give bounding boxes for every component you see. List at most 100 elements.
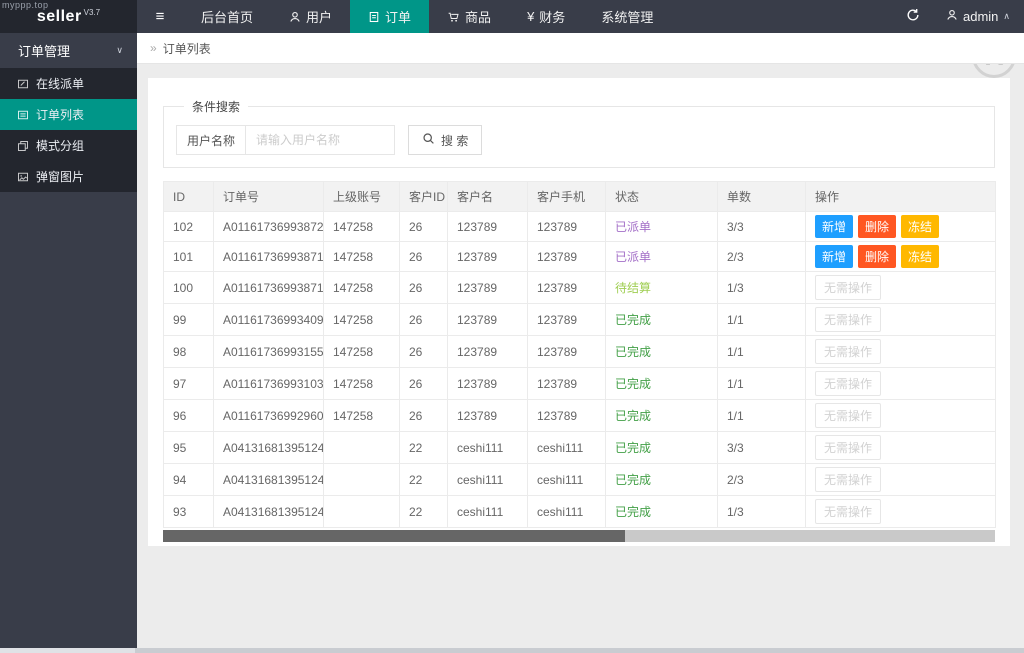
table-cell: A01161736992960833 <box>214 400 324 432</box>
sidebar-item-online-dispatch[interactable]: 在线派单 <box>0 68 137 99</box>
nav-item-orders[interactable]: 订单 <box>350 0 429 33</box>
brand-version: V3.7 <box>84 8 100 17</box>
window-scrollbar-thumb[interactable] <box>0 648 135 653</box>
hamburger-icon: ≡ <box>156 8 165 25</box>
table-cell: 99 <box>164 304 214 336</box>
sidebar-group-order-management[interactable]: 订单管理 ∨ <box>0 33 137 68</box>
nav-item-users[interactable]: 用户 <box>271 0 350 33</box>
table-cell: 147258 <box>324 304 400 336</box>
sidebar-collapse-button[interactable]: ≡ <box>137 0 183 33</box>
col-header-customer-id: 客户ID <box>400 182 448 212</box>
col-header-actions: 操作 <box>806 182 996 212</box>
table-cell-count: 1/1 <box>718 368 806 400</box>
header-right: admin ∧ <box>906 0 1024 33</box>
no-action-button: 无需操作 <box>815 339 881 364</box>
table-cell: 147258 <box>324 242 400 272</box>
table-cell: 147258 <box>324 336 400 368</box>
table-cell: 26 <box>400 272 448 304</box>
add-button[interactable]: 新增 <box>815 245 853 268</box>
nav-label: 订单 <box>385 7 411 26</box>
table-cell: ceshi111 <box>448 496 528 528</box>
table-horizontal-scrollbar[interactable] <box>163 530 995 542</box>
table-cell: 26 <box>400 242 448 272</box>
sidebar-item-order-list[interactable]: 订单列表 <box>0 99 137 130</box>
search-panel: 条件搜索 用户名称 搜 索 <box>163 98 995 168</box>
table-cell: 123789 <box>528 400 606 432</box>
table-row: 101A011617369938712761472582612378912378… <box>164 242 996 272</box>
table-cell: 101 <box>164 242 214 272</box>
delete-button[interactable]: 删除 <box>858 215 896 238</box>
table-cell-actions: 无需操作 <box>806 464 996 496</box>
table-cell-count: 1/1 <box>718 336 806 368</box>
table-cell: 123789 <box>448 336 528 368</box>
table-scrollbar-thumb[interactable] <box>163 530 625 542</box>
table-cell: A01161736993155628 <box>214 336 324 368</box>
table-cell-actions: 新增删除冻结 <box>806 212 996 242</box>
table-cell: 26 <box>400 400 448 432</box>
table-cell: 22 <box>400 464 448 496</box>
table-cell: 97 <box>164 368 214 400</box>
table-cell: 123789 <box>448 368 528 400</box>
table-cell-actions: 无需操作 <box>806 304 996 336</box>
document-icon <box>368 11 380 23</box>
sidebar-item-popup-image[interactable]: 弹窗图片 <box>0 161 137 192</box>
table-cell: A01161736993409151 <box>214 304 324 336</box>
search-button[interactable]: 搜 索 <box>408 125 482 155</box>
table-cell-status: 已完成 <box>606 336 718 368</box>
nav-item-finance[interactable]: ¥ 财务 <box>509 0 583 33</box>
table-row: 95A0413168139512459822ceshi111ceshi111已完… <box>164 432 996 464</box>
table-cell: 93 <box>164 496 214 528</box>
table-cell: ceshi111 <box>528 464 606 496</box>
table-cell-status: 已完成 <box>606 304 718 336</box>
nav-label: 后台首页 <box>201 7 253 26</box>
table-cell-count: 1/3 <box>718 272 806 304</box>
col-header-status: 状态 <box>606 182 718 212</box>
table-cell-actions: 无需操作 <box>806 496 996 528</box>
table-cell <box>324 464 400 496</box>
nav-item-products[interactable]: 商品 <box>429 0 509 33</box>
table-cell-count: 1/1 <box>718 400 806 432</box>
sidebar-children: 在线派单 订单列表 模式分组 弹窗图片 <box>0 68 137 192</box>
top-nav: 后台首页 用户 订单 商品 ¥ 财务 系统管理 <box>183 0 906 33</box>
search-button-label: 搜 索 <box>441 132 468 149</box>
list-icon <box>17 109 29 121</box>
freeze-button[interactable]: 冻结 <box>901 215 939 238</box>
table-cell: 123789 <box>528 242 606 272</box>
sidebar-group-label: 订单管理 <box>18 41 70 60</box>
no-action-button: 无需操作 <box>815 435 881 460</box>
no-action-button: 无需操作 <box>815 371 881 396</box>
table-cell: A01161736993872636 <box>214 212 324 242</box>
table-cell: 123789 <box>448 212 528 242</box>
nav-item-dashboard[interactable]: 后台首页 <box>183 0 271 33</box>
refresh-button[interactable] <box>906 8 920 25</box>
table-cell-status: 待结算 <box>606 272 718 304</box>
freeze-button[interactable]: 冻结 <box>901 245 939 268</box>
table-cell: 147258 <box>324 368 400 400</box>
table-cell-actions: 新增删除冻结 <box>806 242 996 272</box>
refresh-icon <box>906 8 920 25</box>
table-row: 96A0116173699296083314725826123789123789… <box>164 400 996 432</box>
sidebar-item-mode-group[interactable]: 模式分组 <box>0 130 137 161</box>
table-cell: ceshi111 <box>528 496 606 528</box>
table-cell: ceshi111 <box>528 432 606 464</box>
table-cell-count: 3/3 <box>718 432 806 464</box>
nav-item-system[interactable]: 系统管理 <box>583 0 671 33</box>
dispatch-icon <box>17 78 29 90</box>
table-cell: 123789 <box>528 336 606 368</box>
status-badge: 已派单 <box>615 250 651 264</box>
col-header-customer-phone: 客户手机 <box>528 182 606 212</box>
sidebar-item-label: 在线派单 <box>36 75 84 92</box>
user-menu[interactable]: admin ∧ <box>946 9 1010 24</box>
table-cell: 123789 <box>448 242 528 272</box>
username-input[interactable] <box>246 126 394 154</box>
table-cell: 123789 <box>448 400 528 432</box>
add-button[interactable]: 新增 <box>815 215 853 238</box>
status-badge: 已完成 <box>615 409 651 423</box>
window-horizontal-scrollbar[interactable] <box>0 648 1024 653</box>
table-cell-actions: 无需操作 <box>806 336 996 368</box>
table-cell-actions: 无需操作 <box>806 272 996 304</box>
table-cell: 98 <box>164 336 214 368</box>
status-badge: 已完成 <box>615 313 651 327</box>
table-cell: 96 <box>164 400 214 432</box>
delete-button[interactable]: 删除 <box>858 245 896 268</box>
